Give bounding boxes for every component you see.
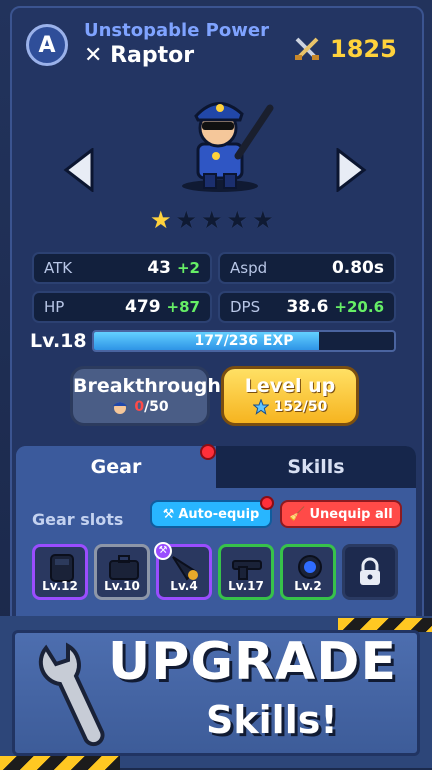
level-up-cost-value: 152/50 bbox=[273, 399, 328, 415]
gear-slot-gun[interactable]: Lv.17 bbox=[218, 544, 274, 600]
rank-badge: A bbox=[26, 24, 68, 66]
stat-dps-value: 38.6 bbox=[286, 297, 329, 317]
next-hero-arrow-icon[interactable] bbox=[334, 148, 368, 192]
empty-star-icon: ★ bbox=[201, 206, 223, 234]
empty-star-icon: ★ bbox=[252, 206, 274, 234]
level-up-cost: 152/50 bbox=[224, 399, 356, 415]
wrench-icon bbox=[38, 642, 105, 747]
banner-subheadline: Skills! bbox=[206, 698, 338, 742]
breakthrough-need: /50 bbox=[144, 399, 169, 415]
hero-star-rating: ★ ★ ★ ★ ★ bbox=[150, 208, 274, 232]
blue-star-icon bbox=[252, 399, 269, 415]
auto-equip-notification-dot bbox=[260, 496, 274, 510]
gear-slot-level: Lv.2 bbox=[294, 579, 322, 593]
stat-hp-bonus: +87 bbox=[166, 298, 200, 316]
level-up-button[interactable]: Level up 152/50 bbox=[221, 366, 359, 426]
filled-star-icon: ★ bbox=[150, 206, 172, 234]
crossed-swords-icon bbox=[295, 37, 319, 60]
stat-atk-bonus: +2 bbox=[176, 259, 200, 277]
gear-slot-orb[interactable]: Lv.2 bbox=[280, 544, 336, 600]
tab-skills-label: Skills bbox=[287, 456, 345, 478]
stat-dps-label: DPS bbox=[230, 298, 261, 316]
banner-headline: UPGRADE bbox=[108, 632, 397, 692]
breakthrough-label: Breakthrough bbox=[73, 375, 221, 397]
auto-equip-label: Auto-equip bbox=[178, 506, 260, 522]
gear-slots-label: Gear slots bbox=[32, 510, 124, 529]
tab-gear-label: Gear bbox=[90, 456, 142, 478]
exp-bar: 177/236 EXP bbox=[92, 330, 396, 352]
padlock-icon bbox=[360, 557, 380, 585]
gear-slot-level: Lv.17 bbox=[228, 579, 264, 593]
stat-atk-label: ATK bbox=[44, 259, 73, 277]
stat-hp: HP 479 +87 bbox=[32, 291, 212, 323]
hero-level: Lv.18 bbox=[30, 330, 87, 352]
power-display: 1825 bbox=[292, 34, 402, 64]
upgrade-wrench-badge-icon: ⚒ bbox=[154, 542, 172, 560]
hero-name: ✕ Raptor bbox=[84, 43, 195, 68]
stat-aspd-label: Aspd bbox=[230, 259, 268, 277]
hero-title: Unstopable Power bbox=[84, 20, 269, 41]
tab-gear[interactable]: Gear bbox=[16, 446, 216, 488]
power-value: 1825 bbox=[330, 35, 397, 63]
exp-text: 177/236 EXP bbox=[194, 333, 294, 349]
hero-portrait bbox=[182, 102, 274, 192]
gear-slot-level: Lv.10 bbox=[104, 579, 140, 593]
breakthrough-cost: 0/50 bbox=[73, 399, 207, 415]
level-up-label: Level up bbox=[244, 375, 336, 397]
empty-star-icon: ★ bbox=[226, 206, 249, 234]
breakthrough-have: 0 bbox=[134, 399, 145, 415]
gear-tab-notification-dot bbox=[200, 444, 216, 460]
empty-star-icon: ★ bbox=[175, 206, 198, 234]
unequip-all-button[interactable]: 🧹 Unequip all bbox=[280, 500, 402, 528]
unequip-all-label: Unequip all bbox=[309, 506, 393, 522]
hero-token-icon bbox=[113, 402, 128, 414]
stat-aspd-value: 0.80s bbox=[331, 258, 384, 278]
stat-aspd: Aspd 0.80s bbox=[218, 252, 396, 284]
stat-dps: DPS 38.6 +20.6 bbox=[218, 291, 396, 323]
stat-atk: ATK 43 +2 bbox=[32, 252, 212, 284]
auto-equip-button[interactable]: ⚒ Auto-equip bbox=[150, 500, 272, 528]
wrench-icon: ⚒ bbox=[162, 506, 175, 522]
gear-slot-level: Lv.4 bbox=[170, 579, 198, 593]
breakthrough-button[interactable]: Breakthrough 0/50 bbox=[70, 366, 221, 426]
previous-hero-arrow-icon[interactable] bbox=[62, 148, 96, 192]
stat-dps-bonus: +20.6 bbox=[334, 298, 384, 316]
gear-slot-armor[interactable]: Lv.12 bbox=[32, 544, 88, 600]
stat-atk-value: 43 bbox=[147, 258, 171, 278]
stat-hp-value: 479 bbox=[125, 297, 161, 317]
gear-slot-case[interactable]: Lv.10 bbox=[94, 544, 150, 600]
gear-slot-level: Lv.12 bbox=[42, 579, 78, 593]
stat-hp-label: HP bbox=[44, 298, 65, 316]
broom-icon: 🧹 bbox=[289, 506, 306, 522]
tab-skills[interactable]: Skills bbox=[216, 446, 416, 488]
gear-slot-locked[interactable] bbox=[342, 544, 398, 600]
